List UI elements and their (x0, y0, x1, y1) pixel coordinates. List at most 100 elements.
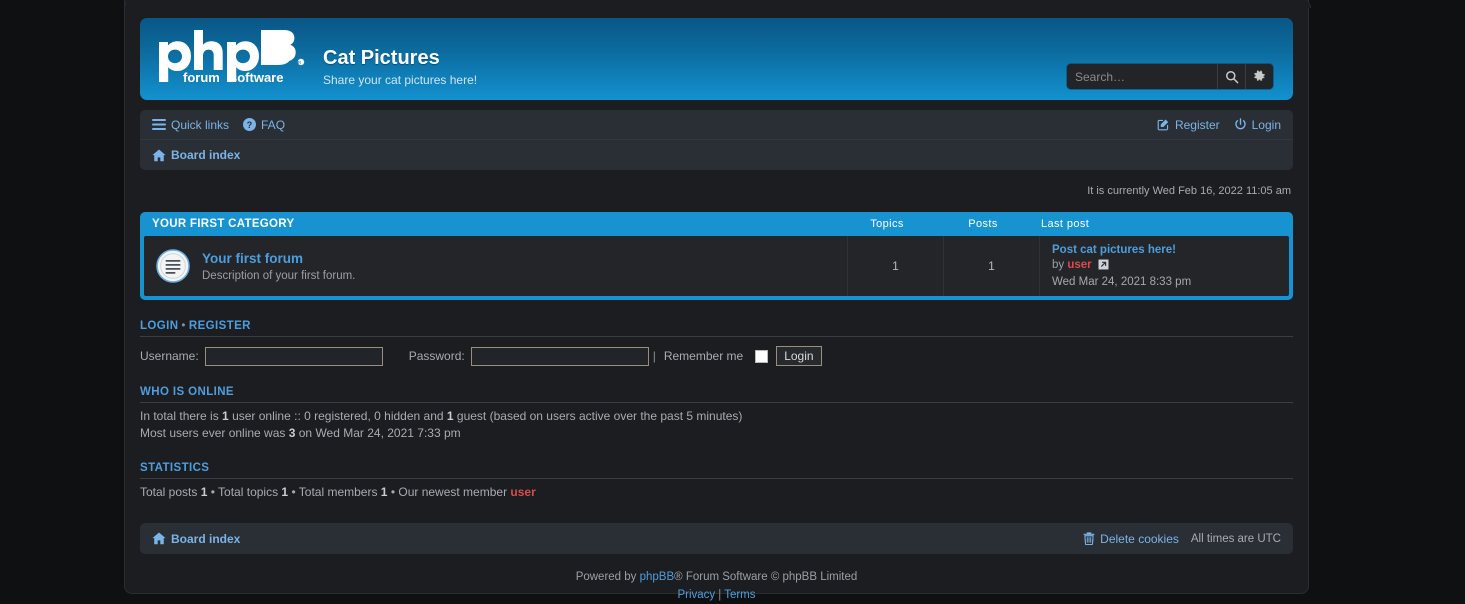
timezone-label: All times are UTC (1190, 532, 1281, 545)
board-inner: R forum software Cat Pictures Share your… (125, 18, 1308, 604)
last-post-author[interactable]: user (1067, 259, 1091, 271)
nav-right-links: Register Login (1157, 118, 1281, 132)
last-post-by-label: by (1052, 259, 1065, 271)
phpbb-logo[interactable]: R forum software (157, 30, 307, 85)
forum-category-block: Your first category Topics Posts Last po… (140, 212, 1293, 300)
column-header-last-post: Last post (1041, 218, 1090, 230)
phpbb-link[interactable]: phpBB (640, 571, 675, 583)
terms-link[interactable]: Terms (724, 589, 755, 601)
site-header: R forum software Cat Pictures Share your… (140, 18, 1293, 100)
powered-by-line: Powered by phpBB® Forum Software © phpBB… (140, 568, 1293, 586)
powered-pre: Powered by (575, 571, 640, 583)
nav-row-breadcrumb: Board index (140, 140, 1293, 170)
forum-link[interactable]: Your first forum (202, 251, 303, 266)
search-icon (1225, 70, 1239, 84)
site-title: Cat Pictures (323, 47, 440, 69)
record-text-b: on Wed Mar 24, 2021 7:33 pm (295, 426, 461, 440)
legal-links-line: Privacy | Terms (140, 586, 1293, 604)
forum-topics-count: 1 (847, 236, 943, 296)
statistics-section: Statistics Total posts 1 • Total topics … (140, 462, 1293, 501)
home-icon (152, 149, 166, 162)
form-pipe: | (652, 349, 656, 363)
gear-icon (1253, 70, 1266, 83)
search-submit-button[interactable] (1217, 64, 1245, 89)
online-record-line: Most users ever online was 3 on Wed Mar … (140, 425, 1293, 442)
privacy-link[interactable]: Privacy (677, 589, 715, 601)
newest-member-link[interactable]: user (510, 485, 535, 499)
login-heading-link[interactable]: Login (140, 320, 178, 332)
stats-sep-1: • (207, 485, 219, 499)
login-submit-button[interactable]: Login (776, 346, 822, 366)
statistics-title: Statistics (140, 462, 210, 474)
nav-row-primary: Quick links ? FAQ Register Login (140, 110, 1293, 140)
goto-last-post-icon[interactable] (1097, 259, 1109, 274)
forum-title: Your first forum (202, 250, 355, 267)
statistics-heading: Statistics (140, 462, 1293, 479)
online-text-a: In total there is (140, 409, 223, 423)
logo-sub-software: software (230, 70, 283, 85)
breadcrumb-label: Board index (171, 148, 241, 162)
login-register-heading: Login • Register (140, 320, 1293, 337)
statistics-body: Total posts 1 • Total topics 1 • Total m… (140, 479, 1293, 501)
forum-last-post-cell: Post cat pictures here! by user Wed Mar … (1039, 236, 1289, 296)
register-heading-link[interactable]: Register (189, 320, 251, 332)
total-topics-label: Total topics (218, 485, 282, 499)
forum-description: Description of your first forum. (202, 269, 356, 282)
delete-cookies-link[interactable]: Delete cookies (1083, 532, 1179, 546)
advanced-search-button[interactable] (1245, 64, 1273, 89)
username-input[interactable] (204, 346, 383, 366)
total-members-label: Total members (298, 485, 381, 499)
total-posts-label: Total posts (140, 485, 201, 499)
login-link[interactable]: Login (1234, 118, 1281, 132)
stats-sep-2: • (288, 485, 299, 499)
search-box[interactable] (1067, 64, 1273, 89)
quick-links-menu[interactable]: Quick links (152, 118, 229, 132)
current-time: It is currently Wed Feb 16, 2022 11:05 a… (1087, 185, 1291, 197)
remember-me-label: Remember me (663, 349, 744, 363)
svg-text:?: ? (247, 120, 252, 130)
breadcrumb: Board index (152, 148, 240, 162)
online-totals-line: In total there is 1 user online :: 0 reg… (140, 408, 1293, 425)
quick-links-label: Quick links (171, 117, 230, 132)
forum-row: Your first forum Description of your fir… (144, 236, 1289, 296)
password-input[interactable] (470, 346, 649, 366)
who-is-online-link[interactable]: Who is online (140, 386, 234, 398)
forum-info-cell: Your first forum Description of your fir… (144, 236, 847, 296)
remember-me-checkbox[interactable] (755, 349, 769, 363)
navigation-bar: Quick links ? FAQ Register Login Board i… (140, 110, 1293, 170)
login-register-section: Login • Register Username: Password: | Rem… (140, 320, 1293, 366)
online-total-count: 1 (222, 409, 229, 423)
faq-label: FAQ (261, 117, 286, 132)
login-label: Login (1251, 117, 1281, 132)
last-post-title-link[interactable]: Post cat pictures here! (1052, 244, 1176, 256)
site-branding[interactable]: R forum software Cat Pictures Share your… (157, 30, 477, 87)
online-text-b: user online :: 0 registered, 0 hidden an… (228, 409, 447, 423)
register-link[interactable]: Register (1157, 118, 1220, 132)
category-title[interactable]: Your first category (152, 218, 839, 230)
footer-board-index-link[interactable]: Board index (152, 532, 240, 546)
who-is-online-section: Who is online In total there is 1 user o… (140, 386, 1293, 442)
copyright-block: Powered by phpBB® Forum Software © phpBB… (140, 554, 1293, 604)
newest-member-label: Our newest member (398, 485, 511, 499)
password-label: Password: (408, 349, 465, 363)
faq-link[interactable]: ? FAQ (243, 118, 285, 132)
logo-sub-forum: forum (183, 70, 220, 85)
search-input[interactable] (1067, 64, 1217, 89)
trash-icon (1083, 532, 1095, 545)
board-wrapper: R forum software Cat Pictures Share your… (124, 0, 1311, 601)
forum-meta: Your first forum Description of your fir… (202, 250, 355, 283)
forum-read-icon (156, 249, 190, 283)
breadcrumb-board-index[interactable]: Board index (152, 148, 240, 162)
question-circle-icon: ? (243, 118, 257, 131)
who-is-online-heading: Who is online (140, 386, 1293, 403)
site-title-block: Cat Pictures Share your cat pictures her… (323, 30, 477, 87)
who-is-online-body: In total there is 1 user online :: 0 reg… (140, 403, 1293, 442)
nav-left-links: Quick links ? FAQ (152, 118, 285, 132)
legal-pipe: | (718, 589, 722, 601)
column-header-topics: Topics (870, 218, 904, 230)
forum-posts-count: 1 (943, 236, 1039, 296)
pencil-square-icon (1157, 118, 1170, 131)
heading-separator: • (181, 320, 186, 332)
category-header: Your first category Topics Posts Last po… (140, 212, 1293, 236)
username-label: Username: (140, 349, 199, 363)
